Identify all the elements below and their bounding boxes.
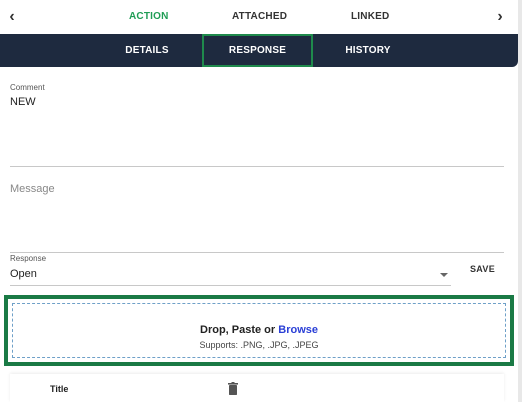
attachments-list-header: Title	[10, 374, 504, 402]
title-column-header: Title	[50, 384, 69, 394]
tab-linked[interactable]: LINKED	[351, 11, 389, 22]
dropzone-highlight: Drop, Paste or Browse Supports: .PNG, .J…	[4, 295, 514, 366]
tab-attached[interactable]: ATTACHED	[232, 11, 287, 22]
response-select[interactable]: Open	[10, 268, 37, 280]
dropzone-prefix: Drop, Paste or	[200, 324, 279, 336]
comment-field[interactable]: NEW	[10, 96, 36, 108]
tab-response[interactable]: RESPONSE	[202, 34, 313, 67]
chevron-down-icon[interactable]	[440, 273, 448, 277]
trash-icon[interactable]	[228, 382, 238, 395]
save-button[interactable]: SAVE	[470, 264, 495, 274]
response-underline	[10, 285, 451, 286]
top-tab-bar: ‹ ACTION ATTACHED LINKED ›	[0, 0, 522, 34]
file-dropzone[interactable]: Drop, Paste or Browse Supports: .PNG, .J…	[12, 303, 506, 358]
chevron-left-icon[interactable]: ‹	[4, 8, 20, 26]
comment-underline	[10, 166, 504, 167]
scrollbar[interactable]	[518, 0, 522, 402]
dropzone-supports: Supports: .PNG, .JPG, .JPEG	[199, 340, 319, 350]
response-label: Response	[10, 254, 47, 263]
message-underline	[10, 252, 504, 253]
message-field[interactable]: Message	[10, 183, 55, 195]
tab-details[interactable]: DETAILS	[108, 34, 186, 67]
dropzone-title: Drop, Paste or Browse	[13, 324, 505, 336]
chevron-right-icon[interactable]: ›	[492, 8, 508, 26]
sub-tab-bar: DETAILS RESPONSE HISTORY	[0, 34, 518, 67]
tab-history[interactable]: HISTORY	[330, 34, 406, 67]
tab-action[interactable]: ACTION	[129, 11, 169, 22]
browse-link[interactable]: Browse	[278, 324, 318, 336]
comment-label: Comment	[10, 83, 45, 92]
